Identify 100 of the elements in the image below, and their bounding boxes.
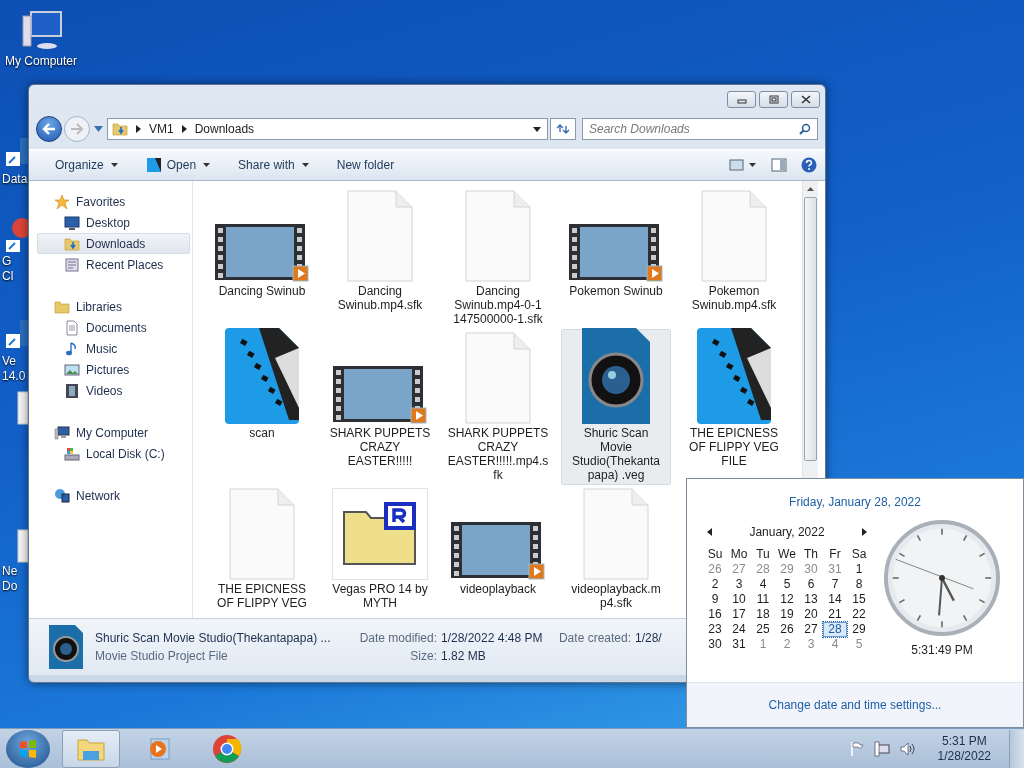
breadcrumb-item[interactable]: VM1	[149, 122, 174, 136]
navigation-label[interactable]: Documents	[86, 320, 147, 335]
calendar-day[interactable]: 1	[751, 637, 775, 652]
toolbar-button[interactable]: Open	[137, 154, 219, 176]
navigation-item[interactable]: Pictures	[29, 359, 192, 380]
calendar-day[interactable]: 12	[775, 592, 799, 607]
breadcrumb-arrow-icon[interactable]	[136, 125, 141, 133]
scroll-up-arrow-icon[interactable]	[807, 187, 814, 191]
calendar-day[interactable]: 17	[727, 607, 751, 622]
toolbar-button[interactable]: Organize	[47, 155, 126, 175]
navigation-item[interactable]: Network	[29, 485, 192, 506]
calendar-day[interactable]: 4	[823, 637, 847, 652]
calendar-day[interactable]: 31	[823, 562, 847, 577]
desktop-icon-label[interactable]: Ve 14.0	[0, 354, 26, 384]
navigation-label[interactable]: Videos	[86, 383, 123, 398]
file-item[interactable]: SHARK PUPPETS CRAZY EASTER!!!!!.mp4.s fk	[443, 329, 553, 485]
calendar-day[interactable]: 3	[727, 577, 751, 592]
calendar-day[interactable]: 20	[799, 607, 823, 622]
calendar-day[interactable]: 29	[775, 562, 799, 577]
calendar-day[interactable]: 1	[847, 562, 871, 577]
calendar-day[interactable]: 21	[823, 607, 847, 622]
navigation-item[interactable]: Recent Places	[29, 254, 192, 275]
calendar-day[interactable]: 11	[751, 592, 775, 607]
calendar-day[interactable]: 31	[727, 637, 751, 652]
toolbar-button[interactable]: Share with	[230, 155, 317, 175]
close-button[interactable]	[791, 91, 820, 108]
calendar-day[interactable]: 28	[823, 622, 847, 637]
toolbar-button[interactable]: New folder	[328, 155, 403, 175]
navigation-item[interactable]: Downloads	[37, 233, 190, 254]
navigation-item[interactable]: My Computer	[29, 422, 192, 443]
calendar-day[interactable]: 7	[823, 577, 847, 592]
navigation-label[interactable]: Favorites	[76, 194, 126, 209]
month-title[interactable]: January, 2022	[749, 525, 825, 539]
calendar-day[interactable]: 19	[775, 607, 799, 622]
navigation-item[interactable]: Videos	[29, 380, 192, 401]
calendar-day[interactable]: 25	[751, 622, 775, 637]
calendar-day[interactable]: 9	[703, 592, 727, 607]
desktop-icon-label[interactable]: G Cl	[0, 254, 14, 284]
calendar-day[interactable]: 5	[775, 577, 799, 592]
navigation-label[interactable]: Music	[86, 341, 118, 356]
start-button[interactable]	[6, 729, 50, 768]
file-item[interactable]: THE EPICNESS OF FLIPPY VEG	[207, 485, 317, 613]
navigation-label[interactable]: Network	[76, 488, 120, 503]
previous-month-icon[interactable]	[707, 528, 712, 536]
calendar-day[interactable]: 26	[703, 562, 727, 577]
date-time-settings-link[interactable]: Change date and time settings...	[768, 698, 942, 712]
calendar-day[interactable]: 15	[847, 592, 871, 607]
scrollbar-thumb[interactable]	[804, 197, 817, 461]
file-item[interactable]: Dancing Swinub	[207, 187, 317, 329]
file-item[interactable]: videoplayback	[443, 485, 553, 613]
calendar-day[interactable]: 30	[703, 637, 727, 652]
dropdown-arrow-icon[interactable]	[533, 126, 541, 132]
breadcrumb-arrow-icon[interactable]	[181, 125, 187, 133]
calendar-day[interactable]: 2	[703, 577, 727, 592]
navigation-item[interactable]: Libraries	[29, 296, 192, 317]
navigation-label[interactable]: Local Disk (C:)	[86, 446, 165, 461]
calendar-day[interactable]: 14	[823, 592, 847, 607]
refresh-button[interactable]	[550, 118, 576, 140]
desktop-icon-label[interactable]: Ne Do	[0, 564, 18, 594]
navigation-label[interactable]: Desktop	[86, 215, 131, 230]
taskbar-clock[interactable]: 5:31 PM 1/28/2022	[937, 733, 991, 764]
minimize-button[interactable]	[727, 91, 756, 108]
file-item[interactable]: SHARK PUPPETS CRAZY EASTER!!!!!	[325, 329, 435, 485]
calendar-day[interactable]: 18	[751, 607, 775, 622]
calendar-day[interactable]: 16	[703, 607, 727, 622]
navigation-item[interactable]: Music	[29, 338, 192, 359]
calendar-day[interactable]: 13	[799, 592, 823, 607]
file-item[interactable]: Shuric Scan Movie Studio(Thekanta papa) .veg	[561, 329, 671, 485]
navigation-item[interactable]: Favorites	[29, 191, 192, 212]
calendar-day[interactable]: 3	[799, 637, 823, 652]
search-field[interactable]: Search Downloads	[582, 118, 818, 140]
navigation-item[interactable]: Local Disk (C:)	[29, 443, 192, 464]
file-item[interactable]: Pokemon Swinub	[561, 187, 671, 329]
breadcrumb-item[interactable]: Downloads	[194, 122, 255, 136]
help-icon[interactable]	[801, 157, 817, 173]
navigation-label[interactable]: Pictures	[86, 362, 130, 377]
calendar-day[interactable]: 22	[847, 607, 871, 622]
next-month-icon[interactable]	[862, 528, 867, 536]
network-icon[interactable]	[873, 740, 890, 757]
desktop-icon-label[interactable]: My Computer	[5, 54, 77, 69]
calendar-day[interactable]: 30	[799, 562, 823, 577]
calendar-day[interactable]: 8	[847, 577, 871, 592]
desktop-icon-label[interactable]: Data	[0, 172, 28, 187]
navigation-label[interactable]: Downloads	[86, 236, 146, 251]
navigation-label[interactable]: Recent Places	[86, 257, 164, 272]
calendar-day[interactable]: 10	[727, 592, 751, 607]
view-options-icon[interactable]	[729, 159, 757, 171]
calendar-day[interactable]: 29	[847, 622, 871, 637]
calendar-day[interactable]: 4	[751, 577, 775, 592]
calendar-day[interactable]: 28	[751, 562, 775, 577]
calendar-day[interactable]: 23	[703, 622, 727, 637]
navigation-label[interactable]: Libraries	[76, 299, 123, 314]
file-item[interactable]: Dancing Swinub.mp4.sfk	[325, 187, 435, 329]
file-item[interactable]: Dancing Swinub.mp4-0-1 147500000-1.sfk	[443, 187, 553, 329]
volume-icon[interactable]	[899, 740, 916, 757]
file-item[interactable]: Pokemon Swinub.mp4.sfk	[679, 187, 789, 329]
back-button[interactable]	[36, 116, 62, 142]
navigation-label[interactable]: My Computer	[76, 425, 149, 440]
calendar-day[interactable]: 6	[799, 577, 823, 592]
navigation-item[interactable]: Documents	[29, 317, 192, 338]
